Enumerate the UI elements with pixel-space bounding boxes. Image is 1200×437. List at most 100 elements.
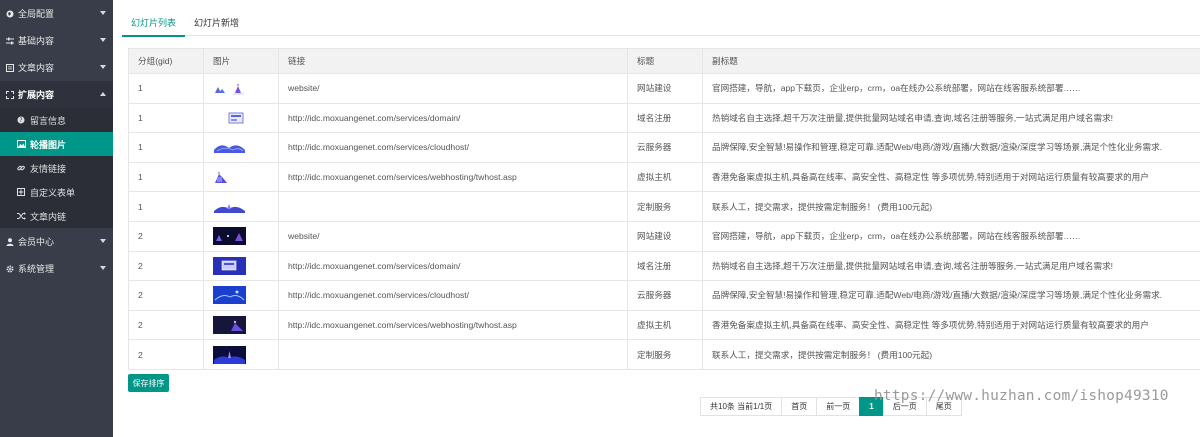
shuffle-icon: [16, 212, 26, 220]
cell-subtitle: 联系人工，提交需求，提供按需定制服务！ (费用100元起): [702, 339, 1200, 370]
cell-subtitle: 品牌保障,安全智慧!易操作和管理,稳定可靠.适配Web/电商/游戏/直播/大数据…: [702, 280, 1200, 311]
slides-table: 分组(gid) 图片 链接 标题 副标题 1 website/网站建设 官网搭建，导…: [128, 48, 1200, 370]
table-row: 1 website/网站建设 官网搭建，导航，app下载页，企业erp，crm，oa…: [128, 73, 1200, 104]
nav-extended-content[interactable]: 扩展内容: [0, 81, 113, 108]
subnav-extended: ? 留言信息 轮播图片 友情链接 自定义表单 文章内链: [0, 108, 113, 228]
cell-group: 2: [128, 220, 204, 252]
sidebar-item-internal-links[interactable]: 文章内链: [0, 204, 113, 228]
cell-subtitle: 官网搭建，导航，app下载页，企业erp，crm，oa在线办公系统部署，网站在线…: [702, 73, 1200, 104]
nav-basic-content[interactable]: 基础内容: [0, 27, 113, 54]
slide-thumbnail: [213, 345, 246, 364]
column-header-image: 图片: [203, 48, 279, 74]
cell-link: http://idc.moxuangenet.com/services/clou…: [278, 132, 628, 163]
pagination-info: 共10条 当前1/1页: [700, 397, 783, 416]
cell-image: [203, 102, 279, 134]
cell-group: 1: [128, 132, 204, 163]
cell-image: [203, 309, 279, 341]
nav-label: 文章内容: [18, 63, 55, 73]
save-order-button[interactable]: 保存排序: [128, 374, 169, 392]
slide-thumbnail: [213, 286, 246, 305]
article-icon: [5, 63, 15, 72]
cell-link: http://idc.moxuangenet.com/services/webh…: [278, 309, 628, 341]
cell-subtitle: 热销域名自主选择,超千万次注册量,提供批量网站域名申请,查询,域名注册等服务,一…: [702, 102, 1200, 134]
slide-thumbnail: [213, 256, 246, 275]
column-header-title: 标题: [627, 48, 703, 74]
pagination-prev[interactable]: 前一页: [816, 397, 861, 416]
cell-image: [203, 191, 279, 222]
cell-group: 1: [128, 102, 204, 134]
cell-group: 2: [128, 280, 204, 311]
nav-article-content[interactable]: 文章内容: [0, 54, 113, 81]
nav-global-config[interactable]: 全局配置: [0, 0, 113, 27]
cell-group: 2: [128, 339, 204, 370]
slide-thumbnail: [213, 227, 246, 246]
column-header-group: 分组(gid): [128, 48, 204, 74]
slides-table-wrapper: 分组(gid) 图片 链接 标题 副标题 1 website/网站建设 官网搭建，导…: [128, 48, 1200, 370]
cell-link: http://idc.moxuangenet.com/services/doma…: [278, 102, 628, 134]
sliders-icon: [5, 37, 15, 45]
nav-system-management[interactable]: 系统管理: [0, 255, 113, 282]
chevron-up-icon: [100, 92, 106, 96]
table-row: 2 定制服务 联系人工，提交需求，提供按需定制服务！ (费用100元起): [128, 339, 1200, 370]
sidebar-item-custom-forms[interactable]: 自定义表单: [0, 180, 113, 204]
question-icon: ?: [16, 116, 26, 124]
pagination-first[interactable]: 首页: [781, 397, 818, 416]
cell-title: 虚拟主机: [627, 161, 703, 193]
cell-group: 2: [128, 309, 204, 341]
tab-slide-list[interactable]: 幻灯片列表: [122, 11, 186, 37]
cell-subtitle: 香港免备案虚拟主机,具备高在线率、高安全性、高稳定性 等多项优势,特别适用于对网…: [702, 161, 1200, 193]
sidebar-item-label: 文章内链: [30, 211, 67, 222]
cell-image: [203, 339, 279, 370]
expand-icon: [5, 90, 15, 99]
cell-group: 2: [128, 250, 204, 282]
table-row: 2 http://idc.moxuangenet.com/services/clo…: [128, 280, 1200, 311]
table-row: 1 http://idc.moxuangenet.com/services/web…: [128, 161, 1200, 193]
cell-link: http://idc.moxuangenet.com/services/webh…: [278, 161, 628, 193]
cell-subtitle: 官网搭建，导航，app下载页，企业erp，crm，oa在线办公系统部署，网站在线…: [702, 220, 1200, 252]
slide-thumbnail: [213, 197, 246, 216]
table-row: 1 定制服务 联系人工，提交需求，提供按需定制服务！ (费用100元起): [128, 191, 1200, 222]
sidebar-item-label: 自定义表单: [30, 187, 76, 198]
slide-thumbnail: [213, 108, 246, 127]
cell-title: 云服务器: [627, 280, 703, 311]
cell-title: 定制服务: [627, 191, 703, 222]
watermark: https://www.huzhan.com/ishop49310: [874, 388, 1169, 404]
cell-image: [203, 161, 279, 193]
cell-title: 域名注册: [627, 102, 703, 134]
cell-subtitle: 香港免备案虚拟主机,具备高在线率、高安全性、高稳定性 等多项优势,特别适用于对网…: [702, 309, 1200, 341]
cell-link: [278, 191, 628, 222]
sidebar-item-slides[interactable]: 轮播图片: [0, 132, 113, 156]
cell-title: 定制服务: [627, 339, 703, 370]
tab-slide-add[interactable]: 幻灯片新增: [185, 11, 248, 36]
cell-title: 虚拟主机: [627, 309, 703, 341]
sidebar-item-label: 留言信息: [30, 115, 67, 126]
user-icon: [5, 237, 15, 246]
cell-group: 1: [128, 191, 204, 222]
cell-image: [203, 220, 279, 252]
nav-label: 全局配置: [18, 9, 55, 19]
gear-icon: [5, 265, 15, 273]
cell-title: 域名注册: [627, 250, 703, 282]
image-icon: [16, 140, 26, 148]
table-row: 1 http://idc.moxuangenet.com/services/clo…: [128, 132, 1200, 163]
chevron-down-icon: [100, 65, 106, 69]
link-icon: [16, 164, 26, 172]
sidebar-item-links[interactable]: 友情链接: [0, 156, 113, 180]
sidebar: 全局配置 基础内容 文章内容 扩展内容 ? 留言信息 轮播图片 友情链接 自定义…: [0, 0, 113, 437]
chevron-down-icon: [100, 266, 106, 270]
sidebar-item-label: 轮播图片: [30, 139, 67, 150]
cell-link: [278, 339, 628, 370]
globe-icon: [5, 10, 15, 18]
nav-label: 系统管理: [18, 264, 55, 274]
nav-label: 会员中心: [18, 237, 55, 247]
sidebar-item-label: 友情链接: [30, 163, 67, 174]
cell-link: website/: [278, 73, 628, 104]
cell-group: 1: [128, 161, 204, 193]
sidebar-item-messages[interactable]: ? 留言信息: [0, 108, 113, 132]
column-header-subtitle: 副标题: [702, 48, 1200, 74]
table-row: 2 http://idc.moxuangenet.com/services/dom…: [128, 250, 1200, 282]
cell-image: [203, 73, 279, 104]
nav-member-center[interactable]: 会员中心: [0, 228, 113, 255]
table-row: 1 http://idc.moxuangenet.com/services/dom…: [128, 102, 1200, 134]
chevron-down-icon: [100, 38, 106, 42]
